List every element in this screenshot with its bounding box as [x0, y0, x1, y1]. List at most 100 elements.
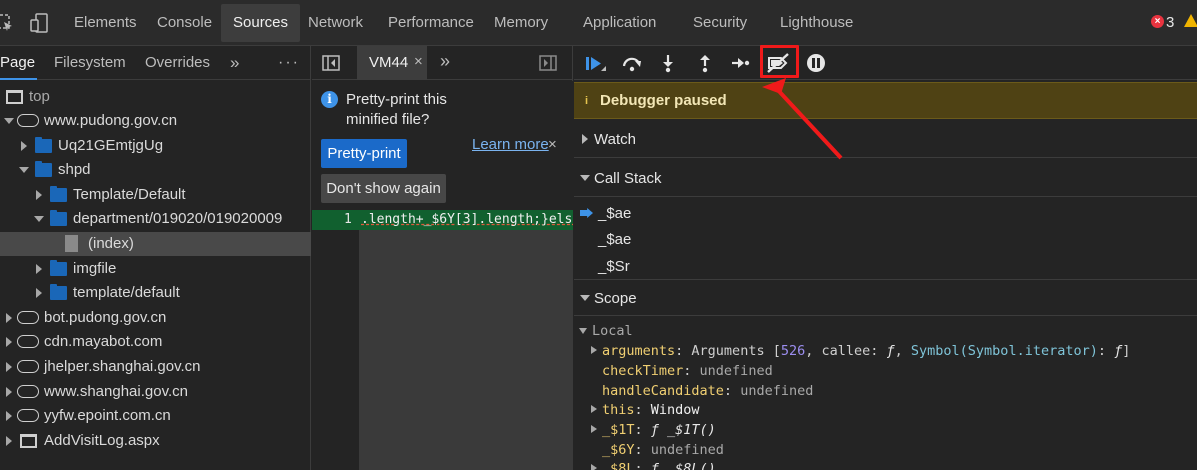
collapse-arrow-icon[interactable] [6, 362, 12, 372]
expand-arrow-icon[interactable] [34, 216, 44, 222]
inspect-element-icon[interactable] [0, 13, 14, 33]
scope-entry[interactable]: _$6Y: undefined [602, 440, 724, 460]
scope-value: undefined [699, 363, 773, 379]
tree-item-label: department/019020/019020009 [73, 210, 283, 227]
navigator-tabs: Page Filesystem Overrides » ··· [0, 46, 311, 80]
tab-console[interactable]: Console [145, 0, 224, 46]
scope-entry[interactable]: checkTimer: undefined [602, 361, 773, 381]
collapse-arrow-icon[interactable] [6, 411, 12, 421]
scope-key: _$6Y [602, 442, 635, 458]
scope-entry[interactable]: _$8L: ƒ _$8L() [591, 459, 716, 470]
scope-entry[interactable]: this: Window [591, 400, 700, 420]
tab-lighthouse[interactable]: Lighthouse [768, 0, 865, 46]
pretty-print-button[interactable]: Pretty-print [321, 139, 407, 168]
toggle-navigator-icon[interactable] [322, 54, 340, 72]
tree-item[interactable]: cdn.mayabot.com [0, 330, 311, 354]
call-frame-row[interactable]: _$ae [574, 226, 1197, 252]
frame-icon [20, 434, 37, 448]
tree-item[interactable]: yyfw.epoint.com.cn [0, 404, 311, 428]
warning-icon[interactable] [1184, 14, 1197, 27]
watch-section-header[interactable]: Watch [574, 121, 1197, 158]
collapse-arrow-icon[interactable] [6, 436, 12, 446]
error-icon[interactable]: × [1151, 15, 1164, 28]
line-number[interactable]: 1 [344, 212, 352, 227]
collapse-arrow-icon[interactable] [36, 288, 42, 298]
execution-line[interactable]: 1 .length+_$6Y[3].length;}else [312, 210, 573, 230]
close-tab-icon[interactable]: × [414, 53, 423, 70]
step-over-icon[interactable] [618, 49, 646, 77]
device-toolbar-icon[interactable] [30, 13, 50, 33]
tree-item-label: www.shanghai.gov.cn [44, 383, 188, 400]
tree-item[interactable]: Uq21GEmtjgUg [0, 134, 311, 158]
tab-performance[interactable]: Performance [376, 0, 486, 46]
scope-key: _$8L [602, 461, 635, 470]
error-count[interactable]: 3 [1166, 14, 1174, 31]
tree-item[interactable]: AddVisitLog.aspx [0, 429, 311, 453]
collapse-arrow-icon[interactable] [36, 264, 42, 274]
learn-more-link[interactable]: Learn more [472, 136, 549, 153]
call-frame-row[interactable]: _$Sr [574, 253, 1197, 279]
scope-entry[interactable]: _$1T: ƒ _$1T() [591, 420, 716, 440]
tree-item-label: template/default [73, 284, 180, 301]
collapse-arrow-icon[interactable] [6, 337, 12, 347]
call-stack-section-header[interactable]: Call Stack [574, 160, 1197, 197]
expand-arrow-icon[interactable] [19, 167, 29, 173]
navigator-menu-icon[interactable]: ··· [278, 46, 300, 80]
code-area[interactable] [359, 210, 573, 470]
tree-item[interactable]: Template/Default [0, 183, 311, 207]
scope-value: ] [1122, 343, 1131, 359]
call-frame-name: _$ae [598, 205, 632, 222]
collapse-arrow-icon[interactable] [6, 313, 12, 323]
toggle-debugger-icon[interactable] [539, 54, 557, 72]
scope-value: undefined [740, 383, 814, 399]
tab-application[interactable]: Application [571, 0, 668, 46]
scope-local-header[interactable]: Local [579, 321, 633, 341]
more-tabs-icon[interactable]: » [440, 51, 450, 72]
tab-filesystem[interactable]: Filesystem [54, 46, 126, 80]
tree-item[interactable]: top [0, 85, 311, 109]
scope-value: , callee: [805, 343, 887, 359]
scope-entry[interactable]: handleCandidate: undefined [602, 381, 813, 401]
tab-security[interactable]: Security [681, 0, 759, 46]
tree-item[interactable]: template/default [0, 281, 311, 305]
scope-key: this [602, 402, 635, 418]
tab-sources[interactable]: Sources [221, 4, 301, 42]
scope-key: arguments [602, 343, 676, 359]
tab-page[interactable]: Page [0, 46, 38, 80]
tree-item[interactable]: www.pudong.gov.cn [0, 109, 311, 133]
info-icon: i [321, 91, 338, 108]
tab-elements[interactable]: Elements [62, 0, 149, 46]
tab-overrides[interactable]: Overrides [145, 46, 210, 80]
scope-value: undefined [650, 442, 724, 458]
tab-vm44[interactable]: VM44 × [357, 46, 427, 80]
step-out-icon[interactable] [691, 49, 719, 77]
tree-item-selected[interactable]: (index) [0, 232, 311, 256]
tree-item[interactable]: jhelper.shanghai.gov.cn [0, 355, 311, 379]
more-tabs-icon[interactable]: » [230, 46, 239, 80]
scope-number: 526 [780, 343, 806, 359]
step-into-icon[interactable] [654, 49, 682, 77]
expand-arrow-icon[interactable] [4, 118, 14, 124]
call-frame-row[interactable]: _$ae [574, 200, 1197, 226]
collapse-arrow-icon[interactable] [21, 141, 27, 151]
tree-item[interactable]: department/019020/019020009 [0, 207, 311, 231]
folder-icon [50, 284, 67, 300]
dont-show-again-button[interactable]: Don't show again [321, 174, 446, 203]
scope-entry[interactable]: arguments: Arguments [526, callee: ƒ, Sy… [591, 341, 1130, 361]
tab-network[interactable]: Network [296, 0, 375, 46]
tab-memory[interactable]: Memory [482, 0, 560, 46]
tree-item[interactable]: bot.pudong.gov.cn [0, 306, 311, 330]
editor-tabs: VM44 × » [312, 46, 573, 80]
code-text[interactable]: .length+_$6Y[3].length;}else [361, 212, 573, 227]
close-infobar-icon[interactable]: × [548, 136, 557, 153]
tree-item[interactable]: shpd [0, 158, 311, 182]
folder-icon [35, 137, 52, 153]
collapse-arrow-icon[interactable] [36, 190, 42, 200]
scope-section-header[interactable]: Scope [574, 279, 1197, 316]
collapse-arrow-icon[interactable] [6, 387, 12, 397]
tree-item-label: (index) [88, 235, 134, 252]
resume-icon[interactable] [582, 49, 610, 77]
line-gutter[interactable] [312, 210, 359, 470]
tree-item[interactable]: imgfile [0, 257, 311, 281]
tree-item[interactable]: www.shanghai.gov.cn [0, 380, 311, 404]
